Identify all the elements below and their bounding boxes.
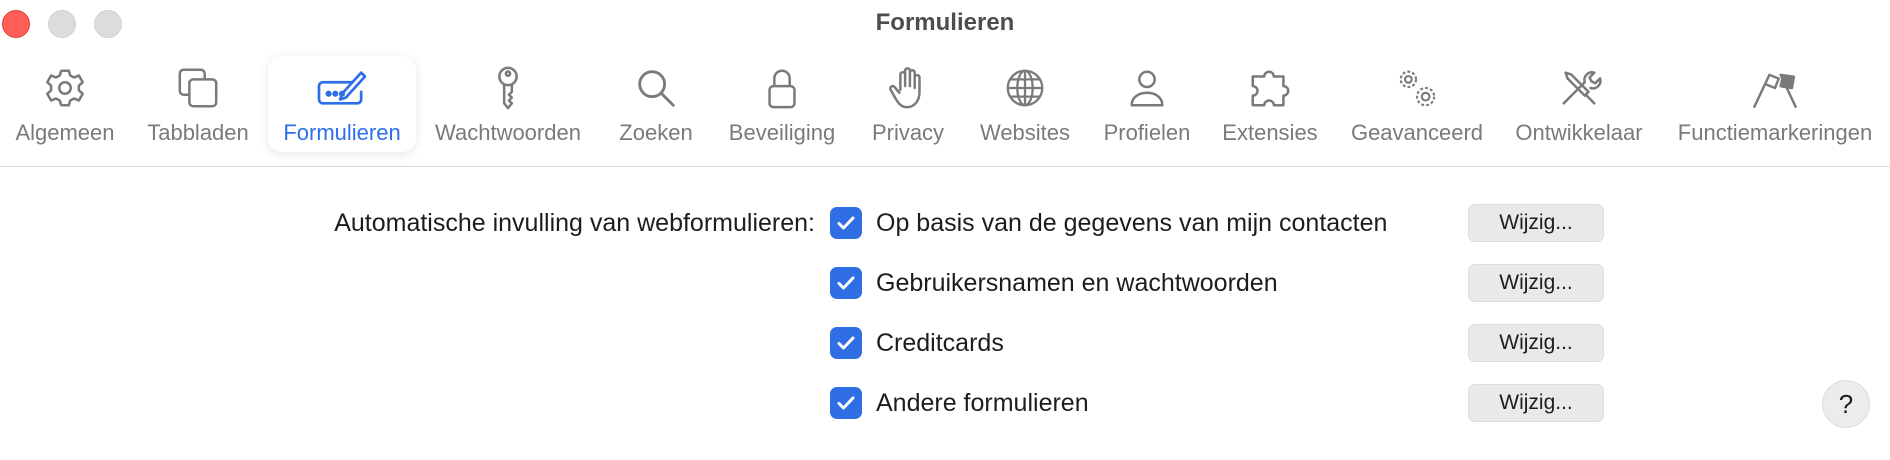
tab-label: Wachtwoorden: [435, 120, 581, 145]
tab-beveiliging[interactable]: Beveiliging: [716, 56, 848, 152]
creditcards-option-label: Creditcards: [876, 328, 1004, 357]
option-other-forms-row: Andere formulieren: [830, 381, 1089, 425]
tab-geavanceerd[interactable]: Geavanceerd: [1340, 56, 1494, 152]
tools-icon: [1549, 58, 1609, 118]
checkmark-icon: [837, 396, 855, 410]
lock-icon: [752, 58, 812, 118]
tab-zoeken[interactable]: Zoeken: [606, 56, 706, 152]
edit-contacts-button[interactable]: Wijzig...: [1468, 204, 1604, 242]
tab-label: Ontwikkelaar: [1515, 120, 1643, 145]
option-contacts-row: Op basis van de gegevens van mijn contac…: [830, 201, 1387, 245]
flags-icon: [1745, 58, 1805, 118]
tab-profielen[interactable]: Profielen: [1092, 56, 1202, 152]
tab-tabbladen[interactable]: Tabbladen: [136, 56, 260, 152]
tab-extensies[interactable]: Extensies: [1212, 56, 1328, 152]
hand-icon: [878, 58, 938, 118]
contacts-option-label: Op basis van de gegevens van mijn contac…: [876, 208, 1388, 237]
tab-label: Beveiliging: [728, 120, 836, 145]
globe-icon: [995, 58, 1055, 118]
search-icon: [626, 58, 686, 118]
key-icon: [478, 58, 538, 118]
tab-websites[interactable]: Websites: [968, 56, 1082, 152]
tab-wachtwoorden[interactable]: Wachtwoorden: [426, 56, 590, 152]
puzzle-icon: [1240, 58, 1300, 118]
creditcards-checkbox[interactable]: [830, 327, 862, 359]
other-forms-option-label: Andere formulieren: [876, 388, 1089, 417]
tab-privacy[interactable]: Privacy: [858, 56, 958, 152]
checkmark-icon: [837, 216, 855, 230]
form-pencil-icon: [312, 58, 372, 118]
person-icon: [1117, 58, 1177, 118]
option-passwords-row: Gebruikersnamen en wachtwoorden: [830, 261, 1278, 305]
tab-label: Privacy: [871, 120, 945, 145]
help-button[interactable]: ?: [1822, 380, 1870, 428]
gear-icon: [35, 58, 95, 118]
tab-label: Algemeen: [15, 120, 115, 145]
tab-label: Websites: [979, 120, 1071, 145]
contacts-checkbox[interactable]: [830, 207, 862, 239]
tab-formulieren[interactable]: Formulieren: [268, 56, 416, 152]
tab-ontwikkelaar[interactable]: Ontwikkelaar: [1504, 56, 1654, 152]
tab-functiemarkeringen[interactable]: Functiemarkeringen: [1664, 56, 1886, 152]
checkmark-icon: [837, 276, 855, 290]
option-creditcards-row: Creditcards: [830, 321, 1004, 365]
autofill-label: Automatische invulling van webformuliere…: [334, 209, 815, 237]
tab-label: Geavanceerd: [1350, 120, 1484, 145]
passwords-option-label: Gebruikersnamen en wachtwoorden: [876, 268, 1278, 297]
passwords-checkbox[interactable]: [830, 267, 862, 299]
title-bar: Formulieren: [0, 0, 1890, 52]
toolbar-separator: [0, 166, 1890, 167]
tabs-icon: [168, 58, 228, 118]
edit-passwords-button[interactable]: Wijzig...: [1468, 264, 1604, 302]
tab-label: Functiemarkeringen: [1677, 120, 1873, 145]
tab-label: Zoeken: [619, 120, 693, 145]
tab-label: Extensies: [1222, 120, 1318, 145]
checkmark-icon: [837, 336, 855, 350]
tab-label: Profielen: [1103, 120, 1191, 145]
other-forms-checkbox[interactable]: [830, 387, 862, 419]
gears-icon: [1387, 58, 1447, 118]
edit-other-forms-button[interactable]: Wijzig...: [1468, 384, 1604, 422]
edit-creditcards-button[interactable]: Wijzig...: [1468, 324, 1604, 362]
tab-label: Tabbladen: [147, 120, 249, 145]
window-title: Formulieren: [875, 9, 1015, 36]
preferences-toolbar: Algemeen Tabbladen Formulieren Wachtwoor…: [0, 56, 1890, 166]
tab-algemeen[interactable]: Algemeen: [4, 56, 126, 152]
tab-label: Formulieren: [283, 120, 401, 145]
